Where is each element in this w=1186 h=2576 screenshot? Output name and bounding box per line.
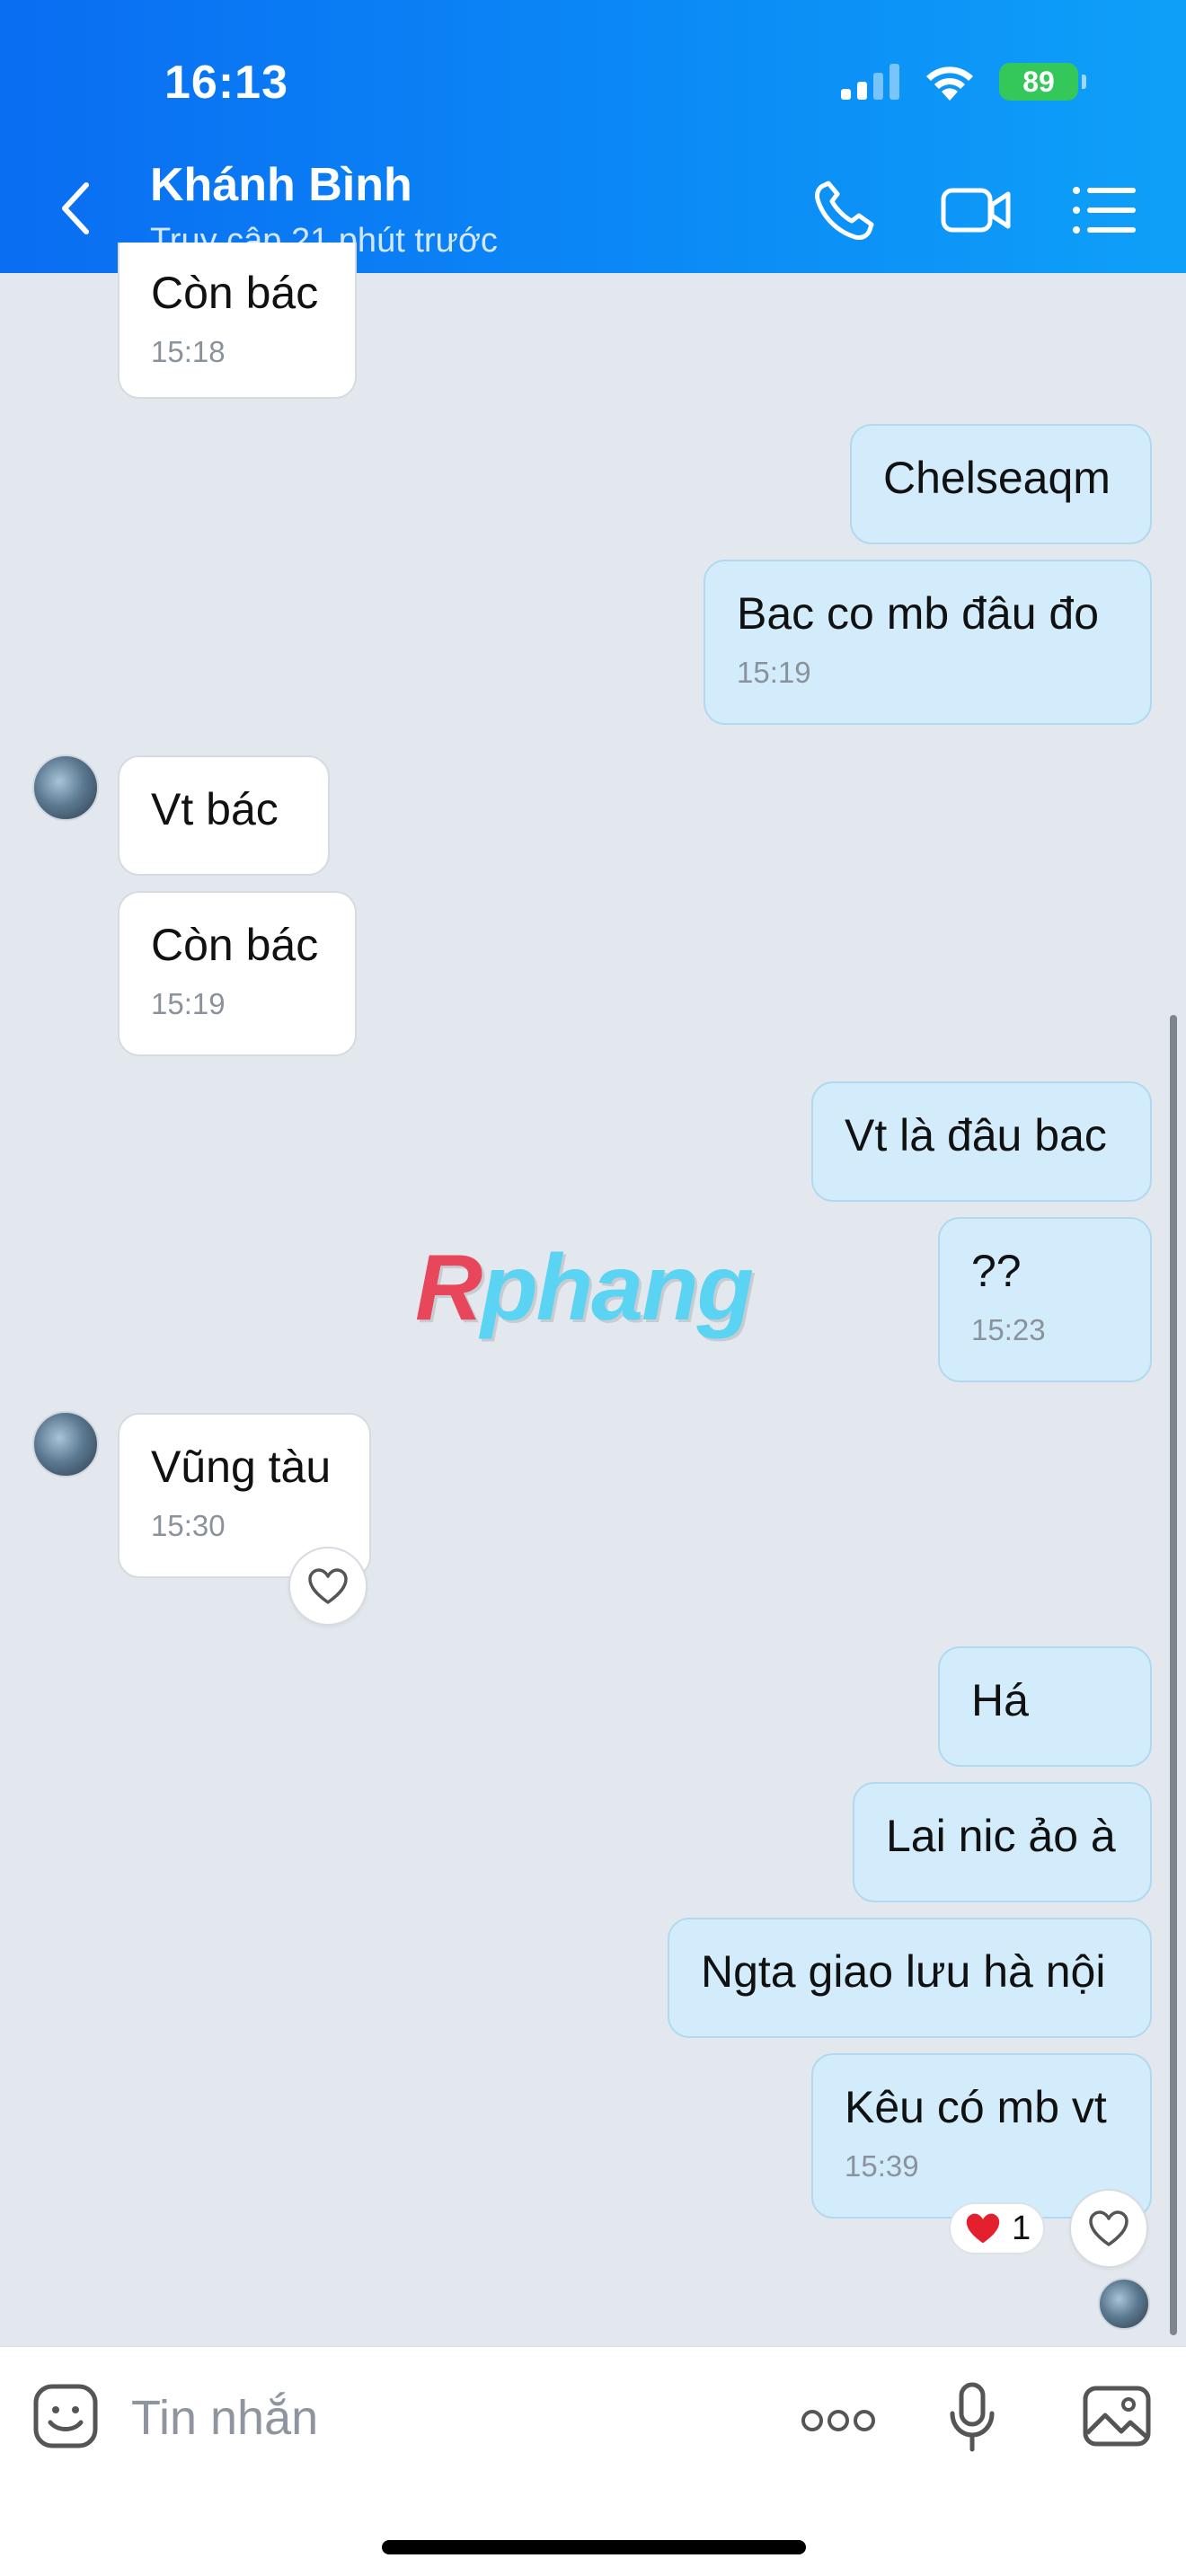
watermark-logo: Rphang [415,1236,754,1340]
scrollbar[interactable] [1170,1015,1177,2335]
message-text: Kêu có mb vt [845,2082,1107,2132]
message-bubble-outgoing[interactable]: Ngta giao lưu hà nội [668,1918,1152,2038]
message-text: Còn bác [151,268,319,318]
signal-icon [841,64,899,100]
video-call-icon[interactable] [940,178,1012,243]
message-bubble-incoming[interactable]: Vt bác [118,755,330,876]
reaction-count: 1 [1012,2209,1031,2247]
seen-avatar [1098,2278,1150,2330]
message-bubble-incoming[interactable]: Còn bác 15:18 [118,243,357,399]
message-time: 15:39 [845,2149,919,2183]
message-time: 15:30 [151,1509,226,1542]
message-bubble-outgoing[interactable]: Há [938,1646,1152,1767]
message-text: ?? [971,1246,1022,1296]
back-icon[interactable] [56,180,99,237]
heart-outline-icon [1089,2210,1128,2246]
message-text: Còn bác [151,920,319,970]
battery-indicator: 89 [999,63,1086,101]
menu-list-icon[interactable] [1069,178,1141,243]
message-bubble-outgoing[interactable]: Lai nic ảo à [853,1782,1152,1902]
phone-icon[interactable] [809,178,881,243]
message-time: 15:19 [737,656,811,689]
contact-avatar[interactable] [32,1411,99,1478]
more-options-icon[interactable] [800,2408,877,2433]
message-bubble-incoming[interactable]: Còn bác 15:19 [118,891,357,1056]
home-indicator[interactable] [382,2540,806,2554]
microphone-icon[interactable] [947,2381,997,2453]
wifi-icon [926,66,973,101]
message-bubble-outgoing[interactable]: Chelseaqm [850,424,1152,544]
react-heart-button[interactable] [1069,2189,1148,2268]
message-text: Lai nic ảo à [886,1811,1116,1861]
message-time: 15:18 [151,335,226,368]
message-text: Há [971,1675,1029,1725]
image-gallery-icon[interactable] [1082,2385,1152,2448]
battery-level: 89 [1022,65,1055,98]
message-bubble-outgoing[interactable]: Bac co mb đâu đo 15:19 [704,560,1152,725]
contact-name[interactable]: Khánh Bình [150,158,412,212]
sticker-icon[interactable] [32,2383,99,2449]
heart-filled-icon [966,2213,1000,2244]
heart-outline-icon [308,1568,348,1604]
react-heart-button[interactable] [288,1547,367,1626]
status-time: 16:13 [164,57,288,109]
message-input[interactable]: Tin nhắn [131,2390,318,2446]
message-text: Bac co mb đâu đo [737,588,1100,639]
message-time: 15:23 [971,1313,1046,1346]
message-time: 15:19 [151,987,226,1020]
message-bubble-outgoing[interactable]: ?? 15:23 [938,1217,1152,1382]
message-text: Chelseaqm [883,453,1111,503]
reaction-summary[interactable]: 1 [949,2202,1046,2254]
message-text: Vt bác [151,784,279,834]
message-bubble-outgoing[interactable]: Vt là đâu bac [811,1081,1152,1202]
message-text: Ngta giao lưu hà nội [701,1946,1106,1997]
chat-header: 16:13 89 Khánh Bình Truy cập 21 phút trư… [0,0,1186,273]
status-icons: 89 [841,63,1086,101]
message-text: Vt là đâu bac [845,1110,1107,1160]
message-text: Vũng tàu [151,1442,332,1492]
contact-avatar[interactable] [32,754,99,821]
